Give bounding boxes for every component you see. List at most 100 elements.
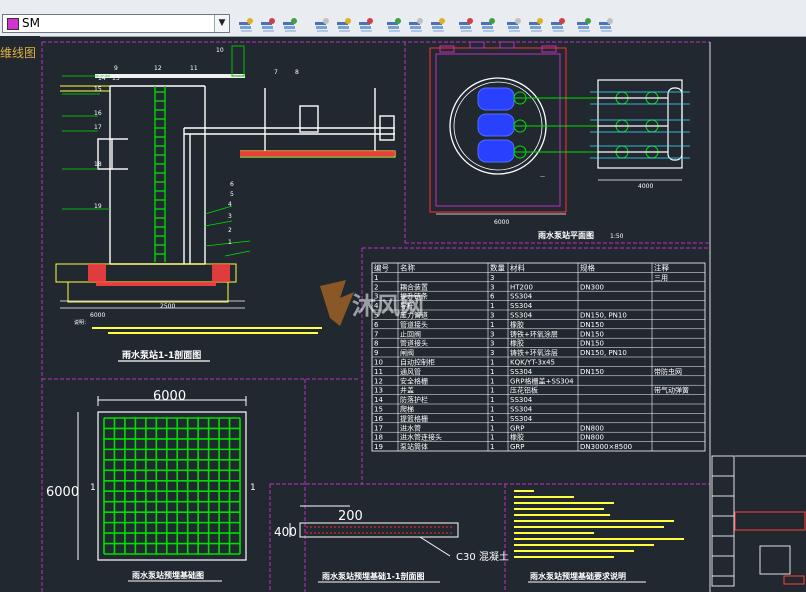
table-cell: HT200 — [510, 283, 533, 291]
svg-text:—: — — [540, 174, 545, 180]
layer-color-swatch — [7, 18, 19, 30]
layer-settings-icon[interactable] — [526, 15, 546, 35]
table-cell: 闸阀 — [400, 348, 414, 357]
table-header: 数量 — [490, 263, 505, 273]
table-cell: 15 — [374, 406, 383, 414]
copy-objects-icon[interactable] — [504, 15, 524, 35]
callout-label: 15 — [94, 86, 102, 93]
layer-lock-icon[interactable] — [384, 15, 404, 35]
table-cell: 16 — [374, 415, 383, 423]
table-cell: 自动控制柜 — [400, 358, 435, 367]
layer-freeze-icon[interactable] — [334, 15, 354, 35]
table-cell: 橡胶 — [510, 320, 524, 329]
table-header: 名称 — [400, 263, 415, 273]
callout-label: 12 — [154, 65, 162, 72]
table-cell: SS304 — [510, 312, 533, 320]
notes-title: 雨水泵站预埋基础要求说明 — [530, 571, 626, 581]
layer-walk-icon[interactable] — [428, 15, 448, 35]
table-cell: 1 — [374, 274, 378, 282]
table-cell: DN150 — [580, 368, 604, 376]
plan-dim: 4000 — [638, 183, 653, 190]
table-cell: DN150 — [580, 321, 604, 329]
table-cell: 1 — [490, 443, 494, 451]
foundation-title: 雨水泵站预埋基础图 — [132, 570, 204, 580]
table-cell: DN3000×8500 — [580, 443, 632, 451]
table-cell: 9 — [374, 349, 378, 357]
table-cell: 10 — [374, 359, 383, 367]
table-cell: 1 — [490, 321, 494, 329]
foundation-dim-width: 6000 — [153, 389, 186, 404]
layer-off-icon[interactable] — [356, 15, 376, 35]
table-cell: 1 — [490, 434, 494, 442]
table-cell: 1 — [490, 424, 494, 432]
table-header: 编号 — [374, 263, 389, 273]
cad-toolbar: SM ▼ — [0, 0, 806, 37]
table-cell: 安全格栅 — [400, 376, 428, 385]
foundation-plan: 6000 6000 1 1 雨水泵站预埋基础图 — [46, 389, 256, 582]
plan-scale: 1:50 — [610, 233, 624, 240]
layer-delete-icon[interactable] — [478, 15, 498, 35]
layer-isolate-icon[interactable] — [280, 15, 300, 35]
detail-title: 雨水泵站预埋基础1-1剖面图 — [322, 571, 424, 581]
table-cell: 管道接头 — [400, 320, 428, 329]
section-dim: 6000 — [90, 312, 105, 319]
section-dim: 2500 — [160, 303, 175, 310]
table-cell: 爬梯 — [400, 405, 414, 414]
table-cell: 11 — [374, 368, 383, 376]
plan-title: 雨水泵站平面图 — [538, 230, 594, 240]
layer-unlock-icon[interactable] — [406, 15, 426, 35]
plan-dim: 6000 — [494, 219, 509, 226]
table-cell: SS304 — [510, 293, 533, 301]
table-cell: 19 — [374, 443, 383, 451]
table-cell: 1 — [490, 387, 494, 395]
table-cell: 铸铁+环氧涂层 — [510, 329, 558, 338]
callout-label: 6 — [230, 181, 234, 188]
match-layer-icon[interactable] — [312, 15, 332, 35]
layer-name: SM — [22, 16, 40, 30]
callout-label: 8 — [295, 69, 299, 76]
table-cell: 防落护栏 — [400, 395, 428, 404]
table-cell: 带防虫网 — [654, 367, 682, 376]
section-mark: 1 — [250, 483, 256, 493]
table-cell: 提篮格栅 — [400, 414, 428, 423]
callout-label: 17 — [94, 124, 102, 131]
table-cell: 1 — [490, 377, 494, 385]
table-cell: DN150, PN10 — [580, 312, 627, 320]
layer-thaw-icon[interactable] — [574, 15, 594, 35]
layer-color-icon[interactable] — [548, 15, 568, 35]
table-cell: SS304 — [510, 406, 533, 414]
table-cell: 3 — [490, 349, 494, 357]
table-cell: SS304 — [510, 368, 533, 376]
layer-dropdown[interactable]: SM ▼ — [2, 14, 230, 33]
table-cell: 1 — [490, 359, 494, 367]
table-cell: 井盖 — [400, 386, 414, 395]
table-cell: 1 — [490, 396, 494, 404]
detail-dim-400: 400 — [274, 525, 297, 539]
table-cell: 1 — [490, 406, 494, 414]
layer-merge-icon[interactable] — [456, 15, 476, 35]
callout-label: 2 — [228, 227, 232, 234]
section-notes: 说明： — [74, 319, 89, 326]
layer-previous-icon[interactable] — [258, 15, 278, 35]
cad-drawing: 1234567 8910111213141516171819 说明： 6000 2… — [41, 41, 806, 592]
table-cell: 14 — [374, 396, 383, 404]
layer-state-icon[interactable] — [236, 15, 256, 35]
table-cell: 13 — [374, 387, 383, 395]
callout-label: 1 — [228, 239, 232, 246]
table-cell: GRP格栅盖+SS304 — [510, 376, 574, 385]
chevron-down-icon[interactable]: ▼ — [214, 15, 229, 32]
table-cell: DN150 — [580, 330, 604, 338]
table-cell: 管道接头 — [400, 339, 428, 348]
table-cell: 通风管 — [400, 367, 421, 376]
table-cell: DN150 — [580, 340, 604, 348]
table-cell: SS304 — [510, 396, 533, 404]
table-cell: 8 — [374, 340, 378, 348]
table-cell: 橡胶 — [510, 339, 524, 348]
layer-on-icon[interactable] — [596, 15, 616, 35]
table-cell: 12 — [374, 377, 383, 385]
foundation-dim-height: 6000 — [46, 485, 79, 500]
table-cell: 1 — [490, 415, 494, 423]
table-cell: KQK/YT-3x45 — [510, 359, 555, 367]
section-title: 雨水泵站1-1剖面图 — [122, 349, 201, 361]
table-cell: DN800 — [580, 424, 604, 432]
